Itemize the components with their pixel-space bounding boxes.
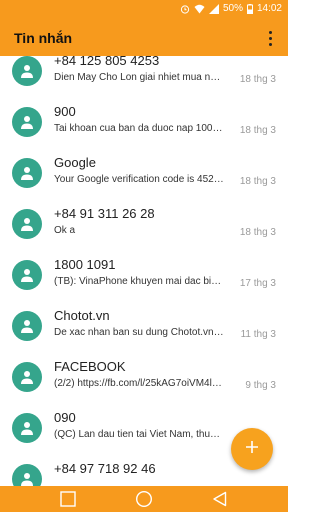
conversation-name: Chotot.vn: [54, 308, 110, 323]
conversation-item[interactable]: Google Your Google verification code is …: [0, 150, 288, 201]
conversation-item[interactable]: +84 125 805 4253 Dien May Cho Lon giai n…: [0, 56, 288, 99]
alarm-icon: [180, 4, 190, 14]
conversation-item[interactable]: FACEBOOK (2/2) https://fb.com/l/25kAG7oi…: [0, 354, 288, 405]
contact-avatar-icon: [12, 413, 42, 443]
conversation-preview: (2/2) https://fb.com/l/25kAG7oiVM4lKzx: [54, 378, 224, 389]
conversation-date: 18 thg 3: [239, 176, 276, 187]
contact-avatar-icon: [12, 311, 42, 341]
contact-avatar-icon: [12, 107, 42, 137]
status-bar: 50% 14:02: [0, 0, 288, 20]
conversation-preview: Dien May Cho Lon giai nhiet mua nong...: [54, 72, 224, 83]
more-vert-icon[interactable]: [258, 26, 282, 50]
app-bar: Tin nhắn: [0, 20, 288, 56]
navigation-bar: [0, 486, 288, 512]
conversation-preview: Your Google verification code is 452118: [54, 174, 224, 185]
conversation-date: 18 thg 3: [239, 227, 276, 238]
conversation-date: 9 thg 3: [245, 380, 276, 391]
conversation-date: 17 thg 3: [239, 278, 276, 289]
contact-avatar-icon: [12, 209, 42, 239]
conversation-name: 1800 1091: [54, 257, 116, 272]
conversation-list[interactable]: +84 125 805 4253 Dien May Cho Lon giai n…: [0, 56, 288, 486]
conversation-item[interactable]: 1800 1091 (TB): VinaPhone khuyen mai dac…: [0, 252, 288, 303]
contact-avatar-icon: [12, 260, 42, 290]
conversation-item[interactable]: +84 91 311 26 28 Ok a 18 thg 3: [0, 201, 288, 252]
recent-apps-icon[interactable]: [58, 489, 78, 509]
app-title: Tin nhắn: [14, 30, 73, 46]
conversation-preview: De xac nhan ban su dung Chotot.vn, vui l…: [54, 327, 224, 338]
conversation-name: 900: [54, 104, 76, 119]
battery-icon: [246, 3, 253, 14]
back-icon[interactable]: [210, 489, 230, 509]
conversation-name: +84 97 718 92 46: [54, 461, 156, 476]
new-message-button[interactable]: [231, 428, 273, 470]
wifi-icon: [194, 4, 205, 14]
conversation-name: +84 125 805 4253: [54, 56, 160, 68]
contact-avatar-icon: [12, 56, 42, 86]
conversation-name: FACEBOOK: [54, 359, 126, 374]
conversation-name: 090: [54, 410, 76, 425]
conversation-preview: (QC) Lan dau tien tai Viet Nam, thue bao: [54, 429, 224, 440]
conversation-preview: (TB): VinaPhone khuyen mai dac biet cho …: [54, 276, 224, 287]
contact-avatar-icon: [12, 464, 42, 486]
conversation-item[interactable]: 900 Tai khoan cua ban da duoc nap 100,00…: [0, 99, 288, 150]
home-icon[interactable]: [134, 489, 154, 509]
conversation-date: 18 thg 3: [239, 125, 276, 136]
plus-icon: [245, 440, 259, 459]
conversation-name: Google: [54, 155, 96, 170]
contact-avatar-icon: [12, 362, 42, 392]
contact-avatar-icon: [12, 158, 42, 188]
signal-icon: [208, 3, 219, 14]
clock: 14:02: [256, 3, 282, 14]
conversation-preview: Tai khoan cua ban da duoc nap 100,000d: [54, 123, 224, 134]
conversation-name: +84 91 311 26 28: [54, 206, 155, 221]
conversation-item[interactable]: Chotot.vn De xac nhan ban su dung Chotot…: [0, 303, 288, 354]
conversation-preview: Ok a: [54, 225, 76, 236]
conversation-date: 18 thg 3: [239, 74, 276, 85]
battery-percent: 50%: [222, 3, 243, 14]
conversation-date: 11 thg 3: [240, 329, 276, 340]
